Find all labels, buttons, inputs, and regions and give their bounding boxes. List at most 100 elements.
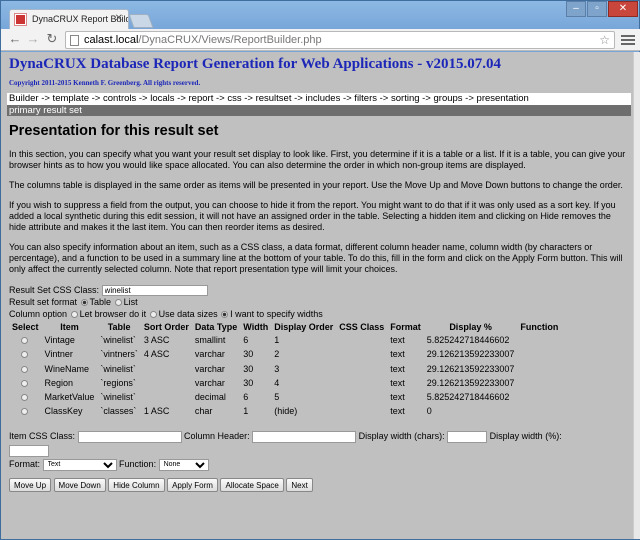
url-host: calast.local <box>84 34 139 46</box>
move-up-button[interactable]: Move Up <box>9 478 52 493</box>
next-button[interactable]: Next <box>286 478 313 493</box>
cell-sort <box>141 376 192 390</box>
apply-form-button[interactable]: Apply Form <box>167 478 218 493</box>
cell-width: 1 <box>243 406 249 417</box>
format-table-radio[interactable] <box>80 299 88 307</box>
minimize-button[interactable]: – <box>566 1 586 17</box>
cell-func <box>517 390 561 404</box>
item-css-input[interactable] <box>77 430 182 443</box>
header-display-order: Display Order <box>274 322 334 333</box>
cell-item: ClassKey <box>44 406 83 417</box>
cell-pct: 5.825242718446602 <box>426 335 510 346</box>
cell-order: 4 <box>274 377 280 388</box>
cell-css <box>336 333 387 347</box>
table-row[interactable]: Vintage `winelist` 3 ASC smallint 6 1 te… <box>9 333 561 347</box>
function-select[interactable]: None <box>158 458 209 471</box>
page-scrollbar[interactable] <box>633 52 640 539</box>
cell-pct: 0 <box>426 406 432 417</box>
cell-type: smallint <box>194 335 226 346</box>
breadcrumb[interactable]: Builder -> template -> controls -> local… <box>7 93 631 105</box>
cell-func <box>517 404 561 418</box>
format-select[interactable]: Text <box>42 458 117 471</box>
header-item: Item <box>60 322 79 333</box>
back-arrow-icon[interactable]: ← <box>7 31 23 47</box>
format-label: Format: <box>9 459 41 470</box>
column-browser-radio[interactable] <box>70 311 78 319</box>
cell-pct: 5.825242718446602 <box>426 391 510 402</box>
header-function: Function <box>520 322 559 333</box>
cell-sort: 4 ASC <box>143 349 170 360</box>
resultset-css-input[interactable] <box>101 285 208 297</box>
cell-format: text <box>390 377 405 388</box>
column-datasize-radio[interactable] <box>149 311 157 319</box>
cell-width: 30 <box>243 377 254 388</box>
cell-func <box>517 347 561 361</box>
cell-order: 2 <box>274 349 280 360</box>
cell-type: varchar <box>194 363 225 374</box>
format-list-radio[interactable] <box>114 299 122 307</box>
reload-icon[interactable]: ↻ <box>44 31 60 47</box>
cell-order: (hide) <box>274 406 298 417</box>
table-row[interactable]: Vintner `vintners` 4 ASC varchar 30 2 te… <box>9 347 561 361</box>
cell-css <box>336 347 387 361</box>
column-header-input[interactable] <box>252 430 357 443</box>
hide-column-button[interactable]: Hide Column <box>108 478 165 493</box>
header-width: Width <box>243 322 269 333</box>
cell-type: varchar <box>194 349 225 360</box>
menu-icon[interactable] <box>621 33 635 47</box>
cell-width: 30 <box>243 349 254 360</box>
header-data-type: Data Type <box>194 322 238 333</box>
move-down-button[interactable]: Move Down <box>53 478 106 493</box>
cell-sort <box>141 390 192 404</box>
cell-item: MarketValue <box>44 391 95 402</box>
table-row[interactable]: WineName `winelist` varchar 30 3 text 29… <box>9 362 561 376</box>
page-icon <box>70 35 79 46</box>
bookmark-star-icon[interactable]: ☆ <box>599 32 610 48</box>
new-tab-button[interactable] <box>128 14 154 28</box>
browser-tab[interactable]: DynaCRUX Report Builder ✕ <box>9 9 129 29</box>
cell-width: 6 <box>243 391 249 402</box>
cell-table: `classes` <box>100 406 137 417</box>
window-close-button[interactable]: ✕ <box>608 1 638 17</box>
row-select-radio[interactable] <box>21 408 29 416</box>
cell-pct: 29.126213592233007 <box>426 377 515 388</box>
cell-type: char <box>194 406 213 417</box>
table-row[interactable]: MarketValue `winelist` decimal 6 5 text … <box>9 390 561 404</box>
tab-close-icon[interactable]: ✕ <box>115 10 123 28</box>
width-chars-input[interactable] <box>447 430 488 443</box>
table-row[interactable]: Region `regions` varchar 30 4 text 29.12… <box>9 376 561 390</box>
tab-strip: DynaCRUX Report Builder ✕ – ▫ ✕ <box>1 1 640 29</box>
row-select-radio[interactable] <box>21 337 29 345</box>
cell-item: Region <box>44 377 74 388</box>
cell-width: 30 <box>243 363 254 374</box>
item-form-row2 <box>9 443 629 457</box>
row-select-radio[interactable] <box>21 379 29 387</box>
row-select-radio[interactable] <box>21 393 29 401</box>
column-header-label: Column Header: <box>184 431 250 442</box>
cell-item: Vintage <box>44 335 75 346</box>
width-pct-input[interactable] <box>9 444 49 457</box>
column-browser-label: Let browser do it <box>79 309 147 320</box>
address-bar[interactable]: calast.local/DynaCRUX/Views/ReportBuilde… <box>65 31 615 49</box>
cell-order: 5 <box>274 391 280 402</box>
browser-window: DynaCRUX Report Builder ✕ – ▫ ✕ ← → ↻ ca… <box>0 0 640 540</box>
cell-css <box>336 390 387 404</box>
cell-css <box>336 376 387 390</box>
cell-sort: 1 ASC <box>143 406 170 417</box>
row-select-radio[interactable] <box>21 365 29 373</box>
cell-pct: 29.126213592233007 <box>426 349 515 360</box>
forward-arrow-icon[interactable]: → <box>25 31 41 47</box>
intro-paragraph: In this section, you can specify what yo… <box>9 149 626 170</box>
allocate-space-button[interactable]: Allocate Space <box>220 478 284 493</box>
row-select-radio[interactable] <box>21 351 29 359</box>
column-specify-radio[interactable] <box>221 311 229 319</box>
column-option-label: Column option <box>9 309 68 320</box>
column-datasize-label: Use data sizes <box>158 309 218 320</box>
maximize-button[interactable]: ▫ <box>587 1 607 17</box>
table-header-row: Select Item Table Sort Order Data Type W… <box>9 321 561 333</box>
table-row[interactable]: ClassKey `classes` 1 ASC char 1 (hide) t… <box>9 404 561 418</box>
url-path: /DynaCRUX/Views/ReportBuilder.php <box>138 34 322 46</box>
cell-pct: 29.126213592233007 <box>426 363 515 374</box>
form-paragraph: You can also specify information about a… <box>9 242 623 274</box>
cell-table: `regions` <box>100 377 136 388</box>
